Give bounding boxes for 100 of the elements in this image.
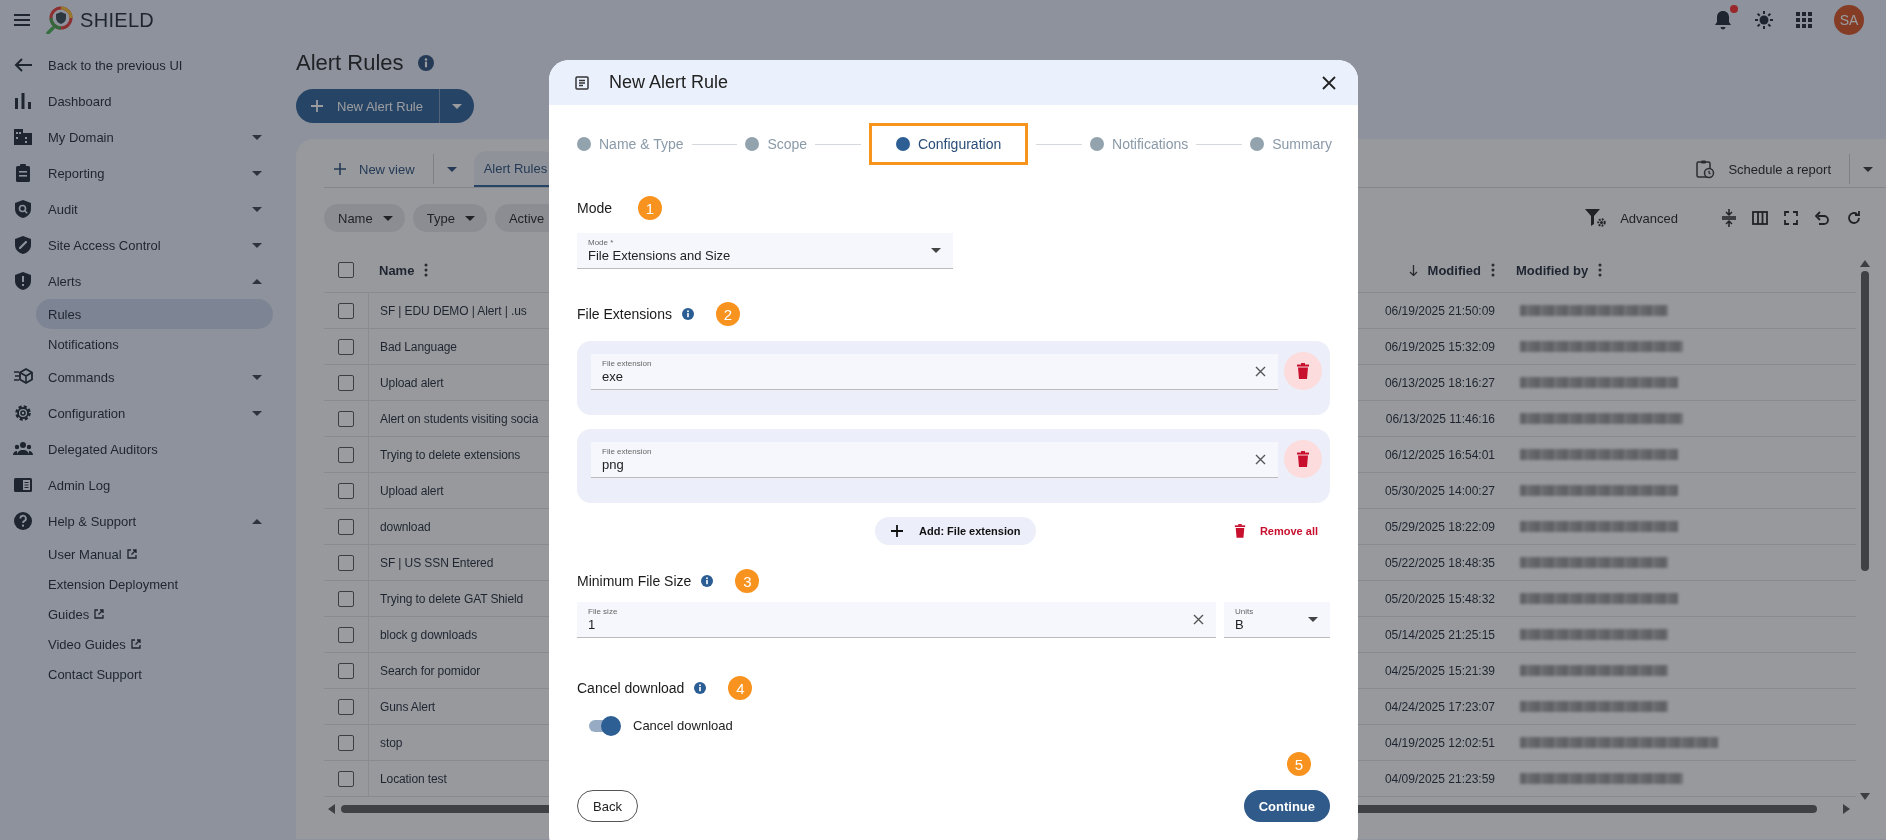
file-size-field[interactable]: File size 1	[577, 602, 1216, 638]
sidebar-item[interactable]: Delegated Auditors	[0, 431, 290, 467]
row-checkbox[interactable]	[338, 302, 354, 319]
sidebar-item[interactable]: Audit	[0, 191, 290, 227]
step[interactable]: Summary	[1250, 136, 1333, 152]
kebab-menu-icon[interactable]	[1491, 263, 1495, 277]
row-checkbox[interactable]	[338, 662, 354, 679]
remove-all-button[interactable]: Remove all	[1233, 524, 1318, 538]
sidebar-subitem[interactable]: Extension Deployment	[36, 569, 273, 599]
sun-icon[interactable]	[1754, 10, 1774, 30]
filter-chip[interactable]: Name	[324, 204, 405, 232]
sidebar-item[interactable]: My Domain	[0, 119, 290, 155]
row-checkbox[interactable]	[338, 554, 354, 571]
table-cell: 05/14/2025 21:25:15	[1384, 627, 1495, 642]
sidebar-item[interactable]: Commands	[0, 359, 290, 395]
extension-field[interactable]: File extension png	[591, 442, 1278, 478]
sidebar-subitem[interactable]: Guides	[36, 599, 273, 629]
sidebar-item[interactable]: Reporting	[0, 155, 290, 191]
caret-down-icon	[1308, 617, 1318, 622]
delete-button[interactable]	[1284, 440, 1322, 478]
plus-icon	[334, 163, 346, 175]
sidebar-item[interactable]: Site Access Control	[0, 227, 290, 263]
units-select[interactable]: Units B	[1224, 602, 1330, 638]
sidebar-subitem[interactable]: User Manual	[36, 539, 273, 569]
row-checkbox[interactable]	[338, 626, 354, 643]
sidebar-subitem[interactable]: Contact Support	[36, 659, 273, 689]
sidebar-subitem[interactable]: Video Guides	[36, 629, 273, 659]
sidebar-item[interactable]: Admin Log	[0, 467, 290, 503]
step[interactable]: Notifications	[1090, 136, 1189, 152]
menu-icon[interactable]	[14, 14, 30, 26]
cube-icon	[13, 367, 33, 387]
row-checkbox[interactable]	[338, 518, 354, 535]
app-name: SHIELD	[80, 8, 155, 32]
select-all-checkbox[interactable]	[338, 262, 354, 278]
logo-icon	[46, 6, 74, 34]
clear-icon[interactable]	[1255, 454, 1266, 465]
back-button[interactable]: Back	[577, 790, 638, 822]
add-extension-button[interactable]: Add: File extension	[875, 517, 1037, 545]
kebab-menu-icon[interactable]	[424, 263, 429, 277]
row-checkbox[interactable]	[338, 446, 354, 463]
sidebar-item[interactable]: Alerts	[0, 263, 290, 299]
refresh-icon[interactable]	[1846, 210, 1862, 226]
sidebar-subitem[interactable]: Notifications	[36, 329, 273, 359]
row-checkbox[interactable]	[338, 770, 354, 787]
delete-button[interactable]	[1284, 352, 1322, 390]
trash-icon	[1233, 524, 1246, 538]
info-icon[interactable]	[701, 575, 714, 587]
step-number-badge: 4	[728, 676, 753, 700]
undo-icon[interactable]	[1814, 210, 1830, 226]
filter-chip[interactable]: Type	[412, 204, 487, 232]
mode-select[interactable]: Mode * File Extensions and Size	[577, 233, 953, 269]
column-header[interactable]: Modified by	[1516, 262, 1589, 278]
extension-field[interactable]: File extension exe	[591, 354, 1278, 390]
bar-chart-icon	[13, 91, 33, 111]
sidebar-item[interactable]: Help & Support	[0, 503, 290, 539]
column-header[interactable]: Modified	[1427, 262, 1481, 278]
apps-grid-icon[interactable]	[1796, 12, 1812, 28]
row-checkbox[interactable]	[338, 590, 354, 607]
bell-icon[interactable]	[1714, 10, 1732, 30]
table-cell: Upload alert	[380, 483, 444, 498]
row-checkbox[interactable]	[338, 338, 354, 355]
clear-icon[interactable]	[1193, 614, 1204, 625]
row-checkbox[interactable]	[338, 734, 354, 751]
schedule-report-button[interactable]: Schedule a report	[1685, 154, 1841, 184]
columns-icon[interactable]	[1752, 211, 1768, 225]
clear-icon[interactable]	[1255, 366, 1266, 377]
filter-gear-icon	[1585, 208, 1608, 228]
step-number-badge: 5	[1287, 752, 1311, 776]
trash-icon	[1296, 362, 1310, 380]
row-checkbox[interactable]	[338, 374, 354, 391]
user-avatar[interactable]: SA	[1834, 5, 1864, 35]
row-checkbox[interactable]	[338, 698, 354, 715]
close-icon[interactable]	[1322, 75, 1336, 90]
kebab-menu-icon[interactable]	[1598, 263, 1603, 277]
step[interactable]: Scope	[745, 136, 808, 152]
sidebar-item[interactable]: Back to the previous UI	[0, 47, 290, 83]
continue-button[interactable]: Continue	[1243, 790, 1330, 822]
info-icon[interactable]	[681, 308, 694, 320]
table-cell: Guns Alert	[380, 699, 436, 714]
sidebar-subitem[interactable]: Rules	[36, 299, 273, 329]
step[interactable]: Name & Type	[577, 136, 684, 152]
fullscreen-icon[interactable]	[1784, 211, 1798, 225]
sidebar-item[interactable]: Dashboard	[0, 83, 290, 119]
density-icon[interactable]	[1722, 209, 1736, 227]
page-title: Alert Rules	[296, 50, 404, 76]
info-icon[interactable]	[417, 55, 434, 71]
advanced-filter-button[interactable]: Advanced	[1575, 203, 1688, 233]
sort-arrow-icon[interactable]	[1408, 264, 1418, 276]
column-header[interactable]: Name	[379, 262, 415, 278]
row-checkbox[interactable]	[338, 410, 354, 427]
sidebar-item[interactable]: Configuration	[0, 395, 290, 431]
new-view-button[interactable]: New view	[324, 154, 425, 184]
vertical-scrollbar[interactable]	[1860, 260, 1870, 800]
info-icon[interactable]	[694, 682, 707, 694]
table-cell: 06/19/2025 21:50:09	[1384, 303, 1495, 318]
table-cell: 06/19/2025 15:32:09	[1384, 339, 1495, 354]
table-cell: stop	[380, 735, 403, 750]
table-cell: Alert on students visiting socia	[380, 411, 539, 426]
step[interactable]: Configuration	[895, 136, 1002, 152]
row-checkbox[interactable]	[338, 482, 354, 499]
